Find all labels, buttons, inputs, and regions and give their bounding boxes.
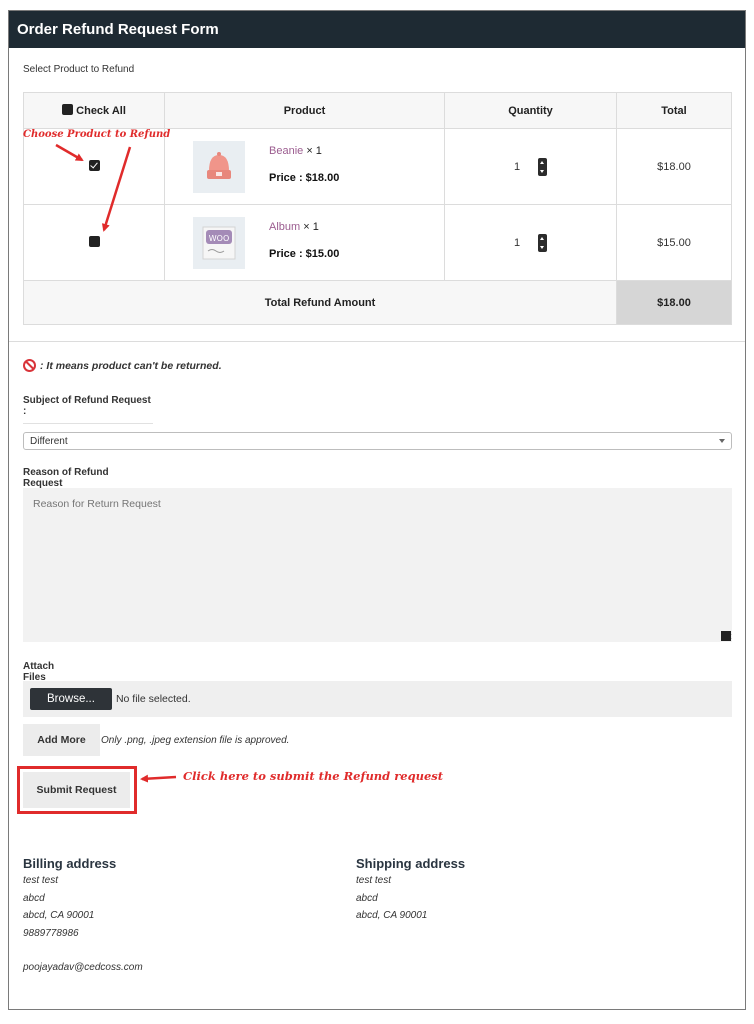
file-type-note: Only .png, .jpeg extension file is appro…: [101, 735, 290, 746]
quantity-cell: 1: [444, 128, 617, 205]
billing-line: test test: [23, 875, 59, 886]
total-header: Total: [616, 92, 732, 129]
total-row: Total Refund Amount $18.00: [23, 280, 732, 325]
billing-phone: 9889778986: [23, 927, 79, 939]
row-total: $15.00: [616, 204, 732, 281]
select-product-label: Select Product to Refund: [23, 64, 135, 75]
album-logo-text: WOO: [209, 234, 230, 243]
product-cell: Beanie × 1 Price : $18.00: [164, 128, 445, 205]
section-divider: [9, 341, 745, 342]
shipping-line: abcd, CA 90001: [356, 910, 428, 921]
quantity-stepper[interactable]: 1: [514, 233, 548, 252]
quantity-cell: 1: [444, 204, 617, 281]
check-all-header[interactable]: Check All: [23, 92, 165, 129]
product-checkbox-album[interactable]: [88, 236, 100, 247]
table-header-row: Check All Product Quantity Total: [23, 92, 732, 129]
shipping-title: Shipping address: [356, 856, 466, 871]
billing-title: Billing address: [23, 856, 117, 871]
subject-selected-value: Different: [30, 436, 68, 447]
product-link-album[interactable]: Album: [269, 221, 300, 233]
product-price: Price : $18.00: [269, 172, 340, 184]
beanie-thumbnail[interactable]: [193, 141, 245, 193]
check-all-label: Check All: [76, 105, 126, 117]
product-cell: WOO Album × 1 Price : $15.00: [164, 204, 445, 281]
quantity-value[interactable]: 1: [514, 237, 520, 249]
note-text: : It means product can't be returned.: [40, 359, 222, 372]
product-qty-suffix: × 1: [306, 145, 322, 157]
product-header: Product: [164, 92, 445, 129]
add-more-button[interactable]: Add More: [23, 724, 100, 756]
shipping-address: Shipping address test test abcd abcd, CA…: [356, 855, 465, 925]
subject-select[interactable]: Different: [23, 432, 732, 450]
product-price: Price : $15.00: [269, 248, 340, 260]
quantity-header: Quantity: [444, 92, 617, 129]
spinner-icon[interactable]: [538, 233, 548, 252]
shipping-line: abcd: [356, 892, 378, 904]
non-returnable-note: : It means product can't be returned.: [23, 359, 222, 372]
check-all-checkbox[interactable]: [62, 104, 74, 115]
annotation-submit: Click here to submit the Refund request: [183, 769, 444, 783]
file-status: No file selected.: [115, 693, 191, 705]
billing-email: poojayadav@cedcoss.com: [23, 962, 143, 973]
quantity-value[interactable]: 1: [514, 161, 520, 173]
album-thumbnail[interactable]: WOO: [193, 217, 245, 269]
total-refund-label: Total Refund Amount: [23, 280, 617, 325]
table-row: WOO Album × 1 Price : $15.00 1 $15.00: [23, 204, 732, 281]
spinner-icon[interactable]: [538, 157, 548, 176]
billing-line: abcd, CA 90001: [23, 910, 95, 921]
billing-address: Billing address test test abcd abcd, CA …: [23, 855, 116, 942]
submit-request-button[interactable]: Submit Request: [23, 772, 130, 808]
products-table: Check All Product Quantity Total Beanie …: [23, 92, 732, 325]
total-refund-amount: $18.00: [616, 280, 732, 325]
file-input[interactable]: Browse... No file selected.: [23, 681, 732, 717]
billing-line: abcd: [23, 892, 45, 904]
dropdown-arrow-icon[interactable]: [719, 439, 725, 443]
browse-button[interactable]: Browse...: [30, 688, 112, 710]
subject-label: Subject of Refund Request :: [23, 395, 153, 424]
annotation-choose-product: Choose Product to Refund: [23, 129, 171, 140]
shipping-line: test test: [356, 875, 392, 886]
prohibited-icon: [23, 359, 36, 372]
refund-form-panel: Order Refund Request Form Select Product…: [8, 10, 746, 1010]
product-name-line: Album × 1: [269, 221, 319, 233]
quantity-stepper[interactable]: 1: [514, 157, 548, 176]
resize-handle-icon[interactable]: [721, 631, 731, 641]
product-link-beanie[interactable]: Beanie: [269, 145, 303, 157]
product-qty-suffix: × 1: [303, 221, 319, 233]
form-header: Order Refund Request Form: [9, 11, 745, 48]
row-check-cell: [23, 204, 165, 281]
product-checkbox-beanie[interactable]: [88, 160, 100, 171]
reason-textarea[interactable]: [23, 488, 732, 642]
row-total: $18.00: [616, 128, 732, 205]
product-name-line: Beanie × 1: [269, 145, 322, 157]
